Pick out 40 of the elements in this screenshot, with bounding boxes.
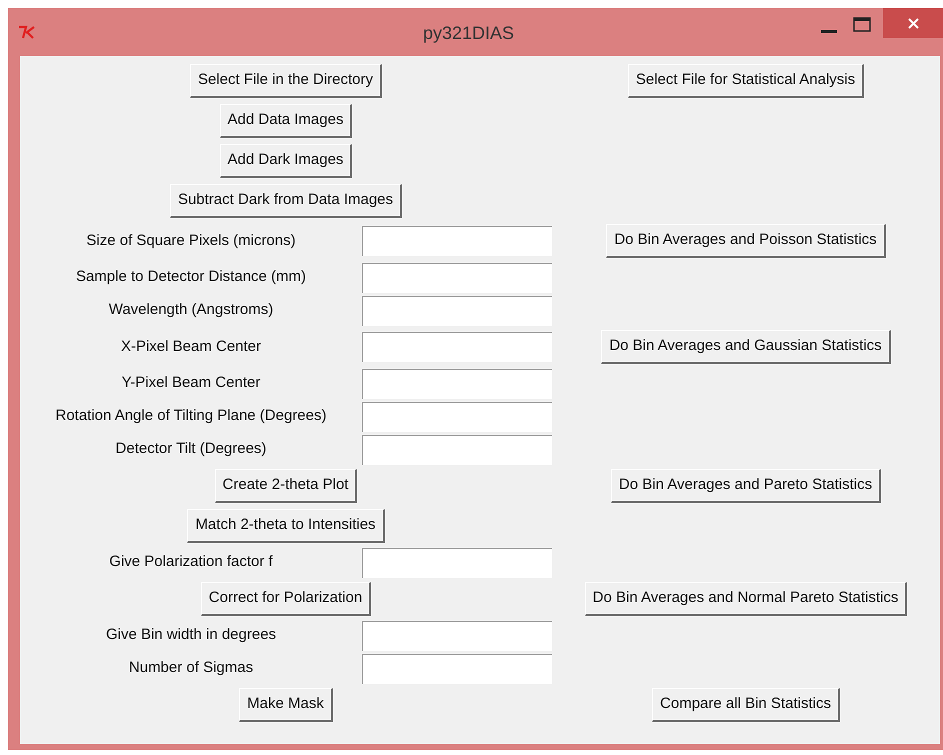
- push-button[interactable]: Do Bin Averages and Poisson Statistics: [606, 224, 886, 258]
- close-button[interactable]: [883, 8, 943, 38]
- minimize-icon[interactable]: [821, 30, 837, 34]
- push-button[interactable]: Correct for Polarization: [200, 582, 372, 616]
- input-field[interactable]: [362, 548, 552, 578]
- push-button[interactable]: Do Bin Averages and Gaussian Statistics: [601, 330, 891, 364]
- input-field[interactable]: [362, 226, 552, 256]
- field-label: Number of Sigmas: [128, 658, 254, 678]
- input-field[interactable]: [362, 262, 552, 292]
- field-label: Give Polarization factor f: [109, 552, 273, 572]
- close-icon: [908, 18, 918, 28]
- push-button[interactable]: Make Mask: [239, 688, 333, 722]
- window-title: py321DIAS: [423, 22, 514, 45]
- input-field[interactable]: [362, 402, 552, 432]
- input-field[interactable]: [362, 654, 552, 684]
- input-field[interactable]: [362, 332, 552, 362]
- push-button[interactable]: Select File for Statistical Analysis: [628, 64, 864, 98]
- push-button[interactable]: Do Bin Averages and Pareto Statistics: [610, 469, 882, 503]
- field-label: Y-Pixel Beam Center: [122, 373, 260, 394]
- push-button[interactable]: Add Data Images: [220, 104, 352, 138]
- field-label: Rotation Angle of Tilting Plane (Degrees): [56, 406, 326, 426]
- field-label: Detector Tilt (Degrees): [116, 439, 266, 460]
- push-button[interactable]: Add Dark Images: [220, 144, 352, 178]
- field-label: Sample to Detector Distance (mm): [76, 267, 306, 288]
- input-field[interactable]: [362, 296, 552, 326]
- input-field[interactable]: [362, 434, 552, 464]
- field-label: Size of Square Pixels (microns): [86, 230, 296, 251]
- push-button[interactable]: Create 2-theta Plot: [214, 469, 358, 503]
- input-field[interactable]: [362, 368, 552, 398]
- feather-icon: [18, 25, 36, 39]
- field-label: Give Bin width in degrees: [106, 625, 276, 646]
- maximize-icon[interactable]: [853, 17, 871, 32]
- push-button[interactable]: Subtract Dark from Data Images: [170, 184, 402, 218]
- input-field[interactable]: [362, 620, 552, 650]
- push-button[interactable]: Compare all Bin Statistics: [652, 688, 840, 722]
- push-button[interactable]: Match 2-theta to Intensities: [187, 509, 385, 543]
- field-label: X-Pixel Beam Center: [120, 336, 262, 357]
- push-button[interactable]: Do Bin Averages and Normal Pareto Statistics: [584, 582, 908, 616]
- push-button[interactable]: Select File in the Directory: [190, 64, 382, 98]
- field-label: Wavelength (Angstroms): [108, 300, 274, 320]
